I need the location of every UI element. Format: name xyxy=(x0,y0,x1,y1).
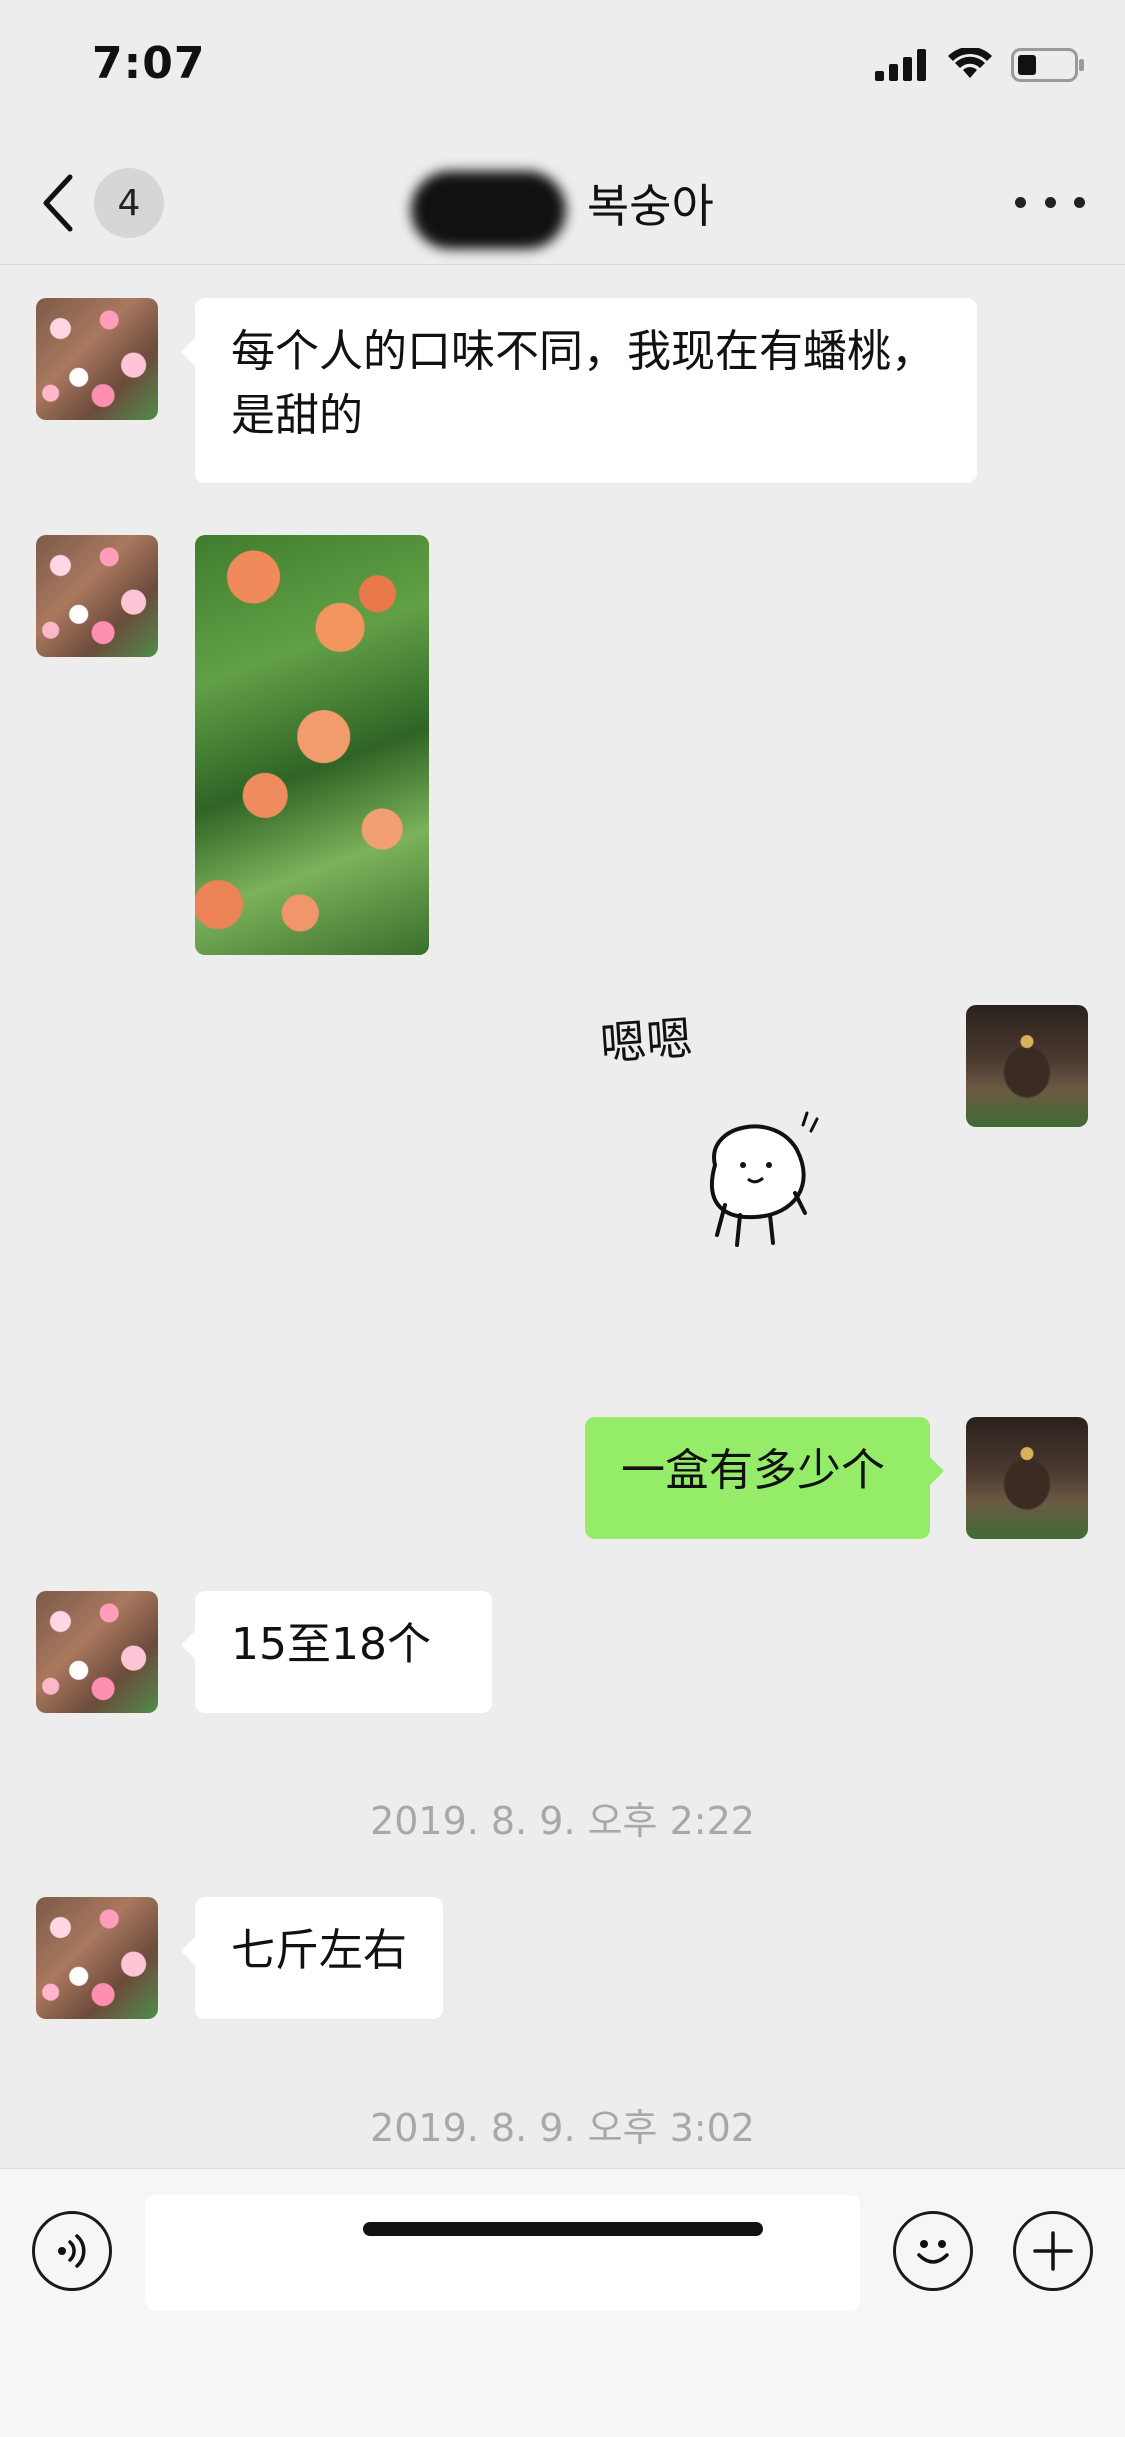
signal-icon xyxy=(875,49,926,81)
smiling-blob-sticker-icon xyxy=(709,1111,819,1247)
message-list[interactable]: 每个人的口味不同，我现在有蟠桃， 是甜的 嗯嗯 一盒有多少个 15至18个 20… xyxy=(0,265,1125,2165)
home-indicator xyxy=(363,2222,763,2236)
my-avatar[interactable] xyxy=(966,1417,1088,1539)
incoming-message-bubble[interactable]: 每个人的口味不同，我现在有蟠桃， 是甜的 xyxy=(181,298,977,483)
more-button[interactable] xyxy=(1015,182,1085,222)
status-time: 7:07 xyxy=(92,38,206,89)
chat-title[interactable]: 복숭아 xyxy=(0,170,1125,249)
incoming-message-bubble[interactable]: 七斤左右 xyxy=(181,1897,443,2019)
voice-icon xyxy=(58,2234,86,2268)
plus-icon xyxy=(1033,2231,1073,2271)
emoji-icon xyxy=(917,2240,949,2264)
redacted-name xyxy=(411,170,567,249)
status-bar: 7:07 xyxy=(0,0,1125,140)
message-text: 15至18个 xyxy=(231,1619,431,1670)
message-text: 一盒有多少个 xyxy=(621,1445,885,1496)
contact-avatar[interactable] xyxy=(36,535,158,657)
message-timestamp: 2019. 8. 9. 오후 3:02 xyxy=(370,2106,755,2150)
outgoing-message-bubble[interactable]: 一盒有多少个 xyxy=(585,1417,944,1539)
emoji-button[interactable] xyxy=(893,2211,973,2291)
status-icons xyxy=(875,48,1085,82)
message-text: 七斤左右 xyxy=(231,1925,407,1976)
battery-icon xyxy=(1011,48,1084,82)
contact-avatar[interactable] xyxy=(36,298,158,420)
message-input[interactable] xyxy=(145,2195,860,2311)
voice-button[interactable] xyxy=(32,2211,112,2291)
peach-tree-photo-message[interactable] xyxy=(195,535,429,955)
chat-title-text: 복숭아 xyxy=(586,179,714,233)
message-text-line: 每个人的口味不同，我现在有蟠桃， xyxy=(231,326,935,377)
sticker-message[interactable]: 嗯嗯 xyxy=(590,1005,830,1265)
more-dots-icon xyxy=(1015,196,1026,208)
wifi-icon xyxy=(948,48,992,78)
incoming-message-bubble[interactable]: 15至18个 xyxy=(181,1591,492,1713)
input-bar xyxy=(0,2168,1125,2437)
my-avatar[interactable] xyxy=(966,1005,1088,1127)
message-text-line: 是甜的 xyxy=(231,389,363,441)
message-timestamp: 2019. 8. 9. 오후 2:22 xyxy=(370,1799,755,1843)
contact-avatar[interactable] xyxy=(36,1591,158,1713)
chat-header: 4 복숭아 xyxy=(0,140,1125,265)
contact-avatar[interactable] xyxy=(36,1897,158,2019)
more-functions-button[interactable] xyxy=(1013,2211,1093,2291)
sticker-text: 嗯嗯 xyxy=(598,1010,694,1072)
